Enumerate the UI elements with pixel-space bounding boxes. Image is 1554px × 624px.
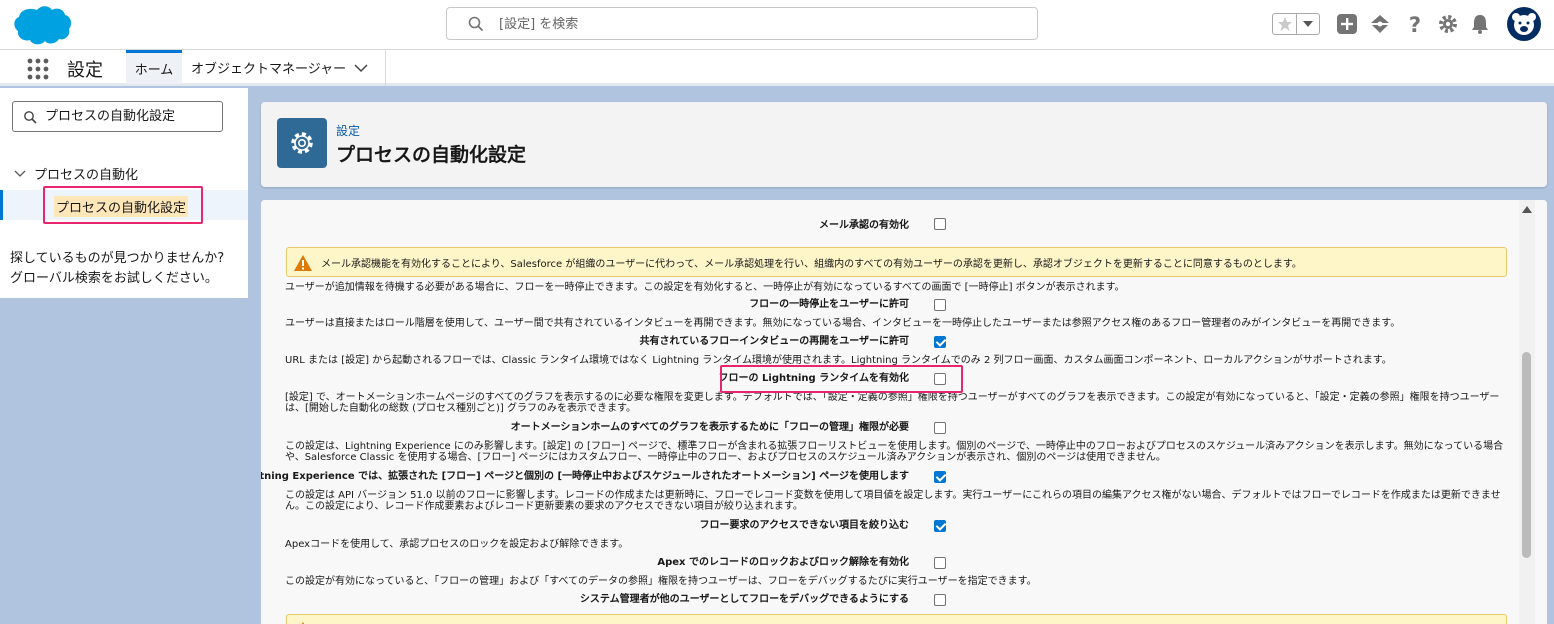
checkbox-resume-shared-interviews[interactable]	[934, 336, 946, 348]
global-search[interactable]	[446, 7, 1038, 40]
setup-sidebar: プロセスの自動化 プロセスの自動化設定 探しているものが見つかりませんか? グロ…	[0, 88, 248, 298]
scrollbar-thumb[interactable]	[1522, 352, 1531, 558]
setting-description: この設定は、Lightning Experience にのみ影響します。[設定]…	[285, 441, 1504, 463]
checkbox-pause-flows[interactable]	[934, 299, 946, 311]
not-found-line: 探しているものが見つかりませんか?	[10, 251, 225, 266]
setting-description: この設定が有効になっていると、「フローの管理」および「すべてのデータの参照」権限…	[285, 576, 1037, 587]
favorites-control[interactable]	[1272, 13, 1320, 35]
setting-label: フローの一時停止をユーザーに許可	[749, 299, 909, 310]
global-header: ?	[0, 0, 1554, 49]
nav-divider	[385, 50, 386, 86]
chevron-down-icon[interactable]	[354, 63, 368, 73]
search-icon	[468, 16, 484, 32]
checkbox-automation-home-permission[interactable]	[934, 422, 946, 434]
setting-label: フロー要求のアクセスできない項目を絞り込む	[699, 520, 910, 531]
global-search-input[interactable]	[499, 12, 1019, 36]
settings-panel: メール承認の有効化 メール承認機能を有効化することにより、Salesforce …	[261, 200, 1547, 624]
avatar[interactable]	[1507, 7, 1541, 41]
setting-label: Apex でのレコードのロックおよびロック解除を有効化	[657, 557, 909, 568]
gear-icon	[291, 132, 313, 154]
trailhead-icon[interactable]	[1369, 13, 1391, 35]
setting-description: [設定] で、オートメーションホームページのすべてのグラフを表示するのに必要な権…	[285, 392, 1500, 414]
salesforce-cloud-logo[interactable]	[12, 4, 72, 46]
favorites-button[interactable]	[1273, 14, 1297, 34]
checkbox-debug-as-other-user[interactable]	[934, 594, 946, 606]
not-found-line: グローバル検索をお試しください。	[10, 271, 218, 286]
highlight-box	[720, 365, 963, 393]
settings-form: メール承認の有効化 メール承認機能を有効化することにより、Salesforce …	[261, 200, 1547, 624]
warning-banner: メール承認機能を有効化することにより、Salesforce が組織のユーザーに代…	[286, 247, 1507, 277]
star-icon	[1277, 17, 1292, 31]
scroll-up-arrow[interactable]	[1522, 206, 1532, 213]
setting-label: メール承認の有効化	[819, 220, 909, 231]
avatar-icon	[1512, 13, 1536, 35]
checkbox-apex-record-lock[interactable]	[934, 557, 946, 569]
setting-label: システム管理者が他のユーザーとしてフローをデバッグできるようにする	[579, 594, 909, 605]
page-title: プロセスの自動化設定	[336, 144, 527, 166]
checkbox-enhanced-flow-pages[interactable]	[934, 471, 946, 483]
setting-label: Lightning Experience では、拡張された [フロー] ページと…	[261, 471, 909, 482]
page-header: 設定 プロセスの自動化設定	[261, 102, 1547, 187]
bell-icon[interactable]	[1469, 13, 1491, 35]
setting-description: ユーザーは直接またはロール階層を使用して、ユーザー間で共有されているインタビュー…	[285, 318, 1401, 329]
quick-find-input[interactable]	[45, 107, 215, 122]
add-icon[interactable]	[1336, 13, 1358, 35]
checkbox-filter-inaccessible-fields[interactable]	[934, 520, 946, 532]
highlight-box	[43, 186, 203, 224]
checkbox-email-approval[interactable]	[934, 218, 946, 230]
favorites-list-button[interactable]	[1297, 14, 1319, 34]
chevron-down-icon	[1303, 21, 1313, 27]
chevron-down-icon	[14, 170, 26, 177]
svg-text:?: ?	[1409, 13, 1421, 35]
tab-object-manager[interactable]: オブジェクトマネージャー	[191, 58, 346, 77]
search-icon	[24, 111, 37, 124]
warning-banner-partial	[286, 614, 1507, 624]
waffle-icon[interactable]	[27, 58, 49, 80]
setup-header-icon	[277, 118, 327, 168]
setting-label: オートメーションホームのすべてのグラフを表示するために「フローの管理」権限が必要	[510, 422, 909, 433]
app-name: 設定	[67, 60, 103, 81]
setting-description: ユーザーが追加情報を待機する必要がある場合に、フローを一時停止できます。この設定…	[285, 282, 1125, 293]
setting-description: Apexコードを使用して、承認プロセスのロックを設定および解除できます。	[285, 539, 629, 550]
app-nav-bar: 設定 ホーム オブジェクトマネージャー	[0, 49, 1554, 86]
warning-text: メール承認機能を有効化することにより、Salesforce が組織のユーザーに代…	[321, 258, 1302, 270]
tree-node-process-automation[interactable]: プロセスの自動化	[14, 164, 138, 183]
setting-description: この設定は API バージョン 51.0 以前のフローに影響します。レコードの作…	[285, 490, 1501, 512]
quick-find[interactable]	[12, 101, 223, 132]
help-icon[interactable]: ?	[1404, 13, 1426, 35]
tree-node-label: プロセスの自動化	[34, 168, 139, 183]
gear-icon[interactable]	[1437, 13, 1459, 35]
not-found-hint: 探しているものが見つかりませんか? グローバル検索をお試しください。	[10, 249, 242, 289]
tab-home[interactable]: ホーム	[126, 50, 182, 84]
setting-label: 共有されているフローインタビューの再開をユーザーに許可	[639, 336, 910, 347]
breadcrumb[interactable]: 設定	[336, 122, 360, 139]
warning-icon	[294, 255, 312, 271]
